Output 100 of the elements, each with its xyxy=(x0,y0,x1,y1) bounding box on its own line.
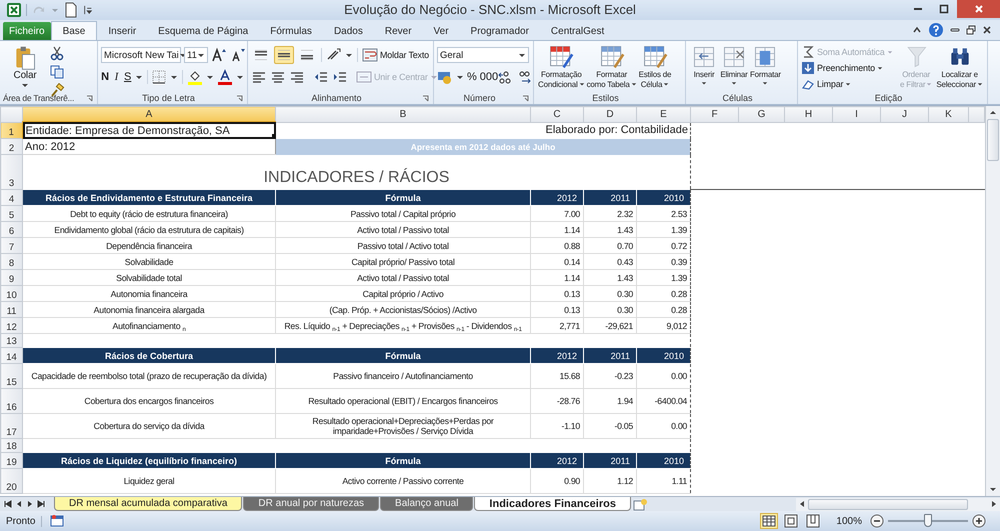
caret-icon[interactable] xyxy=(206,73,214,81)
ribbon-tab[interactable]: Dados xyxy=(322,22,374,40)
row-header[interactable]: 6 xyxy=(0,222,22,238)
grow-font-icon[interactable] xyxy=(210,47,227,63)
font-size-field[interactable]: 11 xyxy=(184,47,208,63)
shrink-font-icon[interactable] xyxy=(230,47,246,63)
number-format-field[interactable]: Geral xyxy=(437,47,529,63)
column-header[interactable]: E xyxy=(636,106,690,122)
first-sheet-icon[interactable] xyxy=(4,500,12,508)
help-icon[interactable] xyxy=(928,22,944,38)
column-header[interactable]: A xyxy=(22,106,276,122)
scroll-left-icon[interactable] xyxy=(798,500,806,508)
cells-button[interactable]: Formatar xyxy=(749,43,782,92)
column-header[interactable]: F xyxy=(690,106,738,122)
dialog-launcher-icon[interactable] xyxy=(86,94,93,102)
scroll-down-icon[interactable] xyxy=(989,485,997,494)
row-header[interactable]: 20 xyxy=(0,468,22,494)
caret-icon[interactable] xyxy=(134,73,143,81)
horizontal-scrollbar[interactable] xyxy=(796,498,1000,511)
row-header[interactable]: 7 xyxy=(0,238,22,254)
record-macro-icon[interactable] xyxy=(50,514,64,528)
column-header[interactable]: D xyxy=(584,106,636,122)
style-button[interactable]: Formatar como Tabela xyxy=(586,43,638,92)
insert-sheet-icon[interactable] xyxy=(632,497,648,514)
sheet-tab[interactable]: DR mensal acumulada comparativa xyxy=(54,497,242,512)
page-break-view-button[interactable] xyxy=(804,513,822,530)
ribbon-tab[interactable]: Base xyxy=(50,21,98,40)
row-header[interactable]: 3 xyxy=(0,154,22,190)
dialog-launcher-icon[interactable] xyxy=(522,94,529,102)
percent-button[interactable]: % xyxy=(467,71,477,83)
underline-button[interactable]: S xyxy=(124,71,132,83)
editing-button[interactable]: Localizar e Seleccionar xyxy=(935,43,984,92)
ribbon-tab[interactable]: Esquema de Página xyxy=(147,22,260,40)
restore-icon[interactable] xyxy=(966,25,976,35)
scrollbar-thumb[interactable] xyxy=(808,498,968,510)
paste-button[interactable]: Colar xyxy=(3,43,47,92)
sheet-tab[interactable]: Balanço anual xyxy=(380,497,474,512)
row-header[interactable]: 5 xyxy=(0,206,22,222)
cells-button[interactable]: Eliminar xyxy=(719,43,749,92)
column-header[interactable]: B xyxy=(276,106,530,122)
new-document-icon[interactable] xyxy=(63,2,79,18)
row-header[interactable]: 8 xyxy=(0,254,22,270)
currency-icon[interactable] xyxy=(437,69,453,85)
column-header[interactable]: C xyxy=(530,106,584,122)
ribbon-tab[interactable]: Programador xyxy=(460,22,540,40)
style-button[interactable]: Formatação Condicional xyxy=(537,43,586,92)
ribbon-tab[interactable]: Ficheiro xyxy=(3,22,51,40)
normal-view-button[interactable] xyxy=(760,513,778,530)
close-button[interactable] xyxy=(957,0,1000,18)
editing-button[interactable]: Preenchimento xyxy=(801,60,897,76)
zoom-level[interactable]: 100% xyxy=(836,516,862,527)
scroll-right-icon[interactable] xyxy=(990,500,998,508)
caret-icon[interactable] xyxy=(345,51,353,59)
ribbon-tab[interactable]: Rever xyxy=(374,22,423,40)
sheet-tab[interactable]: DR anual por naturezas xyxy=(243,497,380,512)
page-layout-button[interactable] xyxy=(782,513,800,530)
row-header[interactable]: 19 xyxy=(0,452,22,468)
row-header[interactable]: 11 xyxy=(0,302,22,318)
row-header[interactable]: 4 xyxy=(0,190,22,206)
ribbon-tab[interactable]: Ver xyxy=(422,22,460,40)
vertical-scrollbar[interactable] xyxy=(985,106,1000,496)
previous-sheet-icon[interactable] xyxy=(15,500,23,508)
ribbon-tab[interactable]: Fórmulas xyxy=(259,22,323,40)
caret-icon[interactable] xyxy=(236,73,244,81)
next-sheet-icon[interactable] xyxy=(26,500,34,508)
customize-toolbar-icon[interactable] xyxy=(83,5,93,15)
caret-icon[interactable] xyxy=(170,73,178,81)
cells-button[interactable]: Inserir xyxy=(689,43,719,92)
column-header[interactable]: I xyxy=(832,106,880,122)
row-header[interactable]: 12 xyxy=(0,318,22,334)
row-header[interactable]: 14 xyxy=(0,348,22,364)
column-header[interactable]: J xyxy=(880,106,928,122)
row-header[interactable]: 10 xyxy=(0,286,22,302)
row-header[interactable]: 17 xyxy=(0,414,22,438)
row-header[interactable]: 16 xyxy=(0,388,22,414)
ribbon-tab[interactable]: Inserir xyxy=(97,22,148,40)
borders-icon[interactable] xyxy=(151,69,168,85)
cut-icon[interactable] xyxy=(49,45,65,61)
excel-logo-icon[interactable] xyxy=(6,2,22,18)
last-sheet-icon[interactable] xyxy=(37,500,45,508)
increase-decimal-icon[interactable] xyxy=(496,69,513,85)
italic-button[interactable]: I xyxy=(112,71,121,83)
vertical-align-button[interactable] xyxy=(274,46,294,64)
zoom-slider-thumb[interactable] xyxy=(924,514,932,528)
sheet-tab[interactable]: Indicadores Financeiros xyxy=(474,497,631,512)
font-color-icon[interactable] xyxy=(216,69,233,85)
scrollbar-thumb[interactable] xyxy=(987,119,999,161)
scroll-up-icon[interactable] xyxy=(989,109,997,117)
font-name-field[interactable]: Microsoft New Tai xyxy=(101,47,181,63)
close-icon[interactable] xyxy=(982,25,992,35)
ribbon-tab[interactable]: CentralGest xyxy=(540,22,616,40)
column-header[interactable]: K xyxy=(928,106,968,122)
dialog-launcher-icon[interactable] xyxy=(236,94,243,102)
column-header[interactable]: G xyxy=(738,106,784,122)
row-header[interactable]: 1 xyxy=(0,122,22,138)
row-header[interactable]: 18 xyxy=(0,438,22,452)
caret-icon[interactable] xyxy=(456,73,464,81)
dialog-launcher-icon[interactable] xyxy=(422,94,429,102)
row-header[interactable]: 15 xyxy=(0,364,22,388)
zoom-out-icon[interactable] xyxy=(870,514,884,528)
